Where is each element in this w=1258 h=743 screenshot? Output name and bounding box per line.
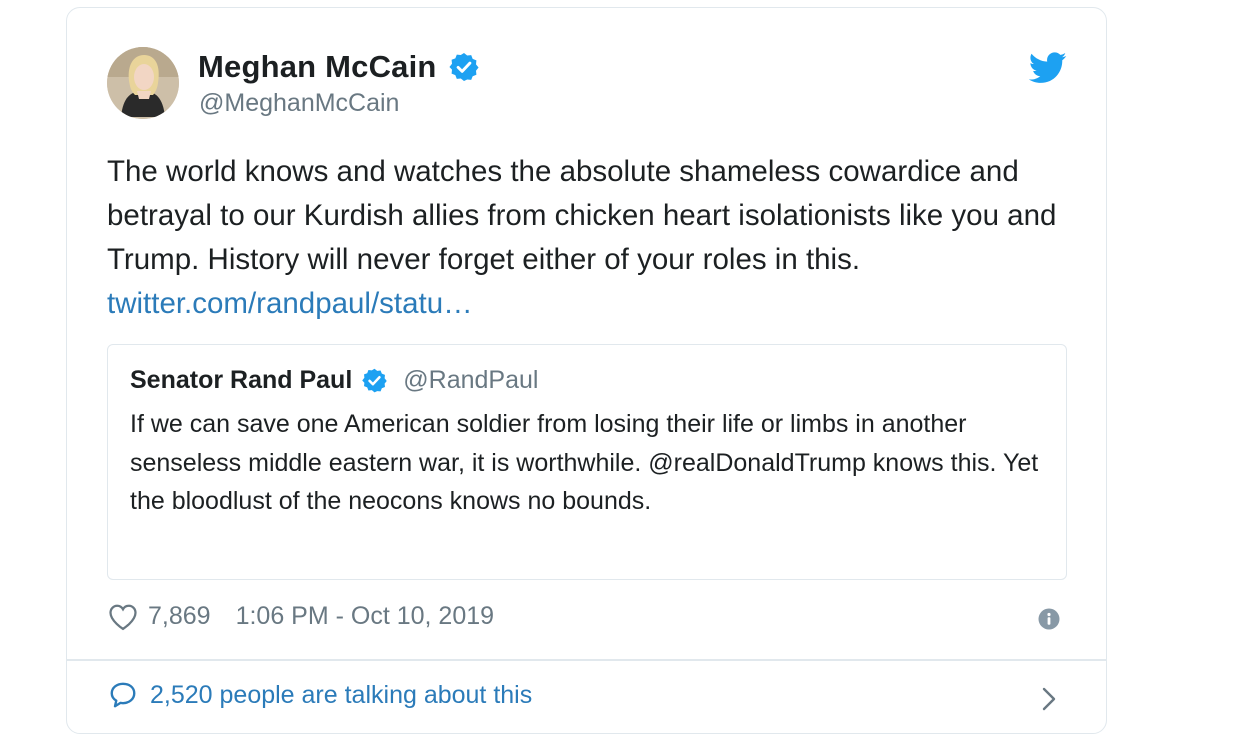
card-divider [67,659,1106,661]
verified-badge-icon [448,51,480,83]
conversation-link[interactable]: 2,520 people are talking about this [108,680,532,710]
author-name[interactable]: Meghan McCain [198,49,437,85]
author-handle[interactable]: @MeghanMcCain [199,89,399,118]
quoted-author-name[interactable]: Senator Rand Paul [130,366,352,395]
heart-icon[interactable] [108,603,138,631]
quoted-tweet-link[interactable]: twitter.com/randpaul/statu… [107,287,473,320]
author-name-row: Meghan McCain [198,49,480,85]
quoted-author-handle[interactable]: @RandPaul [403,366,538,395]
speech-bubble-icon [108,680,138,710]
like-count[interactable]: 7,869 [148,602,211,631]
tweet-text: The world knows and watches the absolute… [107,150,1067,326]
tweet-meta: 7,869 1:06 PM - Oct 10, 2019 [108,602,494,631]
quoted-tweet-header: Senator Rand Paul @RandPaul [130,366,538,395]
info-icon[interactable] [1038,608,1060,630]
tweet-body: The world knows and watches the absolute… [107,155,1057,276]
chevron-right-icon[interactable] [1041,686,1057,712]
author-avatar[interactable] [107,47,179,119]
tweet-timestamp[interactable]: 1:06 PM - Oct 10, 2019 [236,602,494,631]
twitter-bird-icon[interactable] [1028,51,1067,85]
quoted-tweet-text: If we can save one American soldier from… [130,410,1039,515]
verified-badge-icon [361,367,388,394]
conversation-count-label[interactable]: 2,520 people are talking about this [150,681,532,710]
